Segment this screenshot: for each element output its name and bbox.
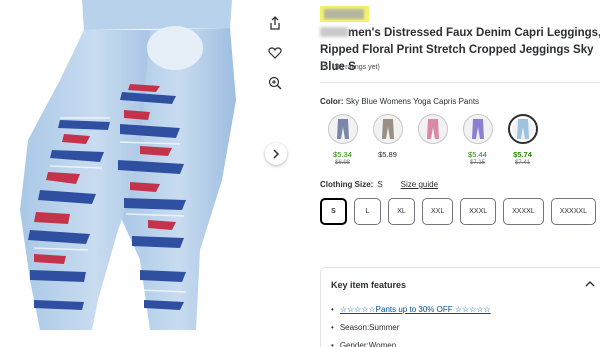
size-option-xl[interactable]: XL	[388, 198, 415, 225]
color-swatch[interactable]: $5.74 $7.41	[500, 114, 545, 166]
brand-link-redacted[interactable]	[320, 6, 369, 22]
swatch-price: $5.74	[513, 150, 532, 159]
size-option-s[interactable]: S	[320, 198, 347, 225]
color-swatch[interactable]: $5.34 $6.98	[320, 114, 365, 166]
image-actions	[262, 10, 288, 100]
key-item-features[interactable]: Key item features ☆☆☆☆☆Pants up to 30% O…	[320, 267, 600, 347]
color-swatches: $5.34 $6.98 $5.89 $5.44 $7.15 $5.74 $7.41	[320, 114, 545, 166]
swatch-thumbnail	[372, 114, 403, 144]
swatch-thumbnail	[462, 114, 493, 144]
size-options: S L XL XXL XXXL XXXXL XXXXXL	[320, 198, 596, 225]
feature-text: Season:Summer	[339, 323, 400, 332]
color-selection-label: Color: Sky Blue Womens Yoga Capris Pants	[320, 97, 479, 106]
feature-item: Season:Summer	[331, 323, 599, 332]
color-selected-value: Sky Blue Womens Yoga Capris Pants	[345, 97, 480, 106]
size-guide-link[interactable]: Size guide	[401, 180, 438, 189]
swatch-price: $5.89	[378, 150, 397, 159]
color-label: Color:	[320, 97, 344, 106]
swatch-thumbnail	[327, 114, 358, 144]
features-heading: Key item features	[331, 280, 407, 290]
color-swatch[interactable]: $5.44 $7.15	[455, 114, 500, 166]
feature-link[interactable]: ☆☆☆☆☆Pants up to 30% OFF ☆☆☆☆☆	[340, 305, 491, 314]
swatch-price: $5.44	[468, 150, 487, 159]
size-selection-label: Clothing Size: S Size guide	[320, 180, 438, 189]
size-option-xxl[interactable]: XXL	[422, 198, 454, 225]
product-image[interactable]	[0, 0, 262, 347]
size-selected-value: S	[377, 180, 383, 189]
swatch-thumbnail	[507, 114, 538, 144]
swatch-was-price: $7.41	[514, 160, 530, 166]
redacted-text	[320, 27, 348, 37]
swatch-price: $5.34	[333, 150, 352, 159]
heart-icon[interactable]	[262, 40, 288, 66]
feature-item[interactable]: ☆☆☆☆☆Pants up to 30% OFF ☆☆☆☆☆	[331, 305, 599, 314]
divider	[320, 82, 600, 83]
size-option-xxxxl[interactable]: XXXXL	[503, 198, 544, 225]
zoom-in-icon[interactable]	[262, 70, 288, 96]
share-icon[interactable]	[262, 10, 288, 36]
size-option-xxxl[interactable]: XXXL	[460, 198, 497, 225]
rating-text: (No ratings yet)	[331, 64, 380, 71]
size-option-xxxxxl[interactable]: XXXXXL	[550, 198, 596, 225]
swatch-was-price: $6.98	[334, 160, 350, 166]
chevron-right-icon	[273, 149, 280, 159]
feature-item: Gender:Women	[331, 341, 599, 347]
size-label: Clothing Size:	[320, 180, 374, 189]
next-image-button[interactable]	[265, 143, 287, 165]
swatch-was-price: $7.15	[469, 160, 485, 166]
feature-text: Gender:Women	[339, 341, 397, 347]
leggings-illustration	[20, 0, 236, 330]
color-swatch[interactable]: $5.89	[365, 114, 410, 166]
features-list: ☆☆☆☆☆Pants up to 30% OFF ☆☆☆☆☆ Season:Sum…	[331, 305, 599, 347]
rating[interactable]: ☆ (No ratings yet)	[320, 62, 380, 73]
color-swatch[interactable]	[410, 114, 455, 166]
chevron-up-icon[interactable]	[585, 280, 595, 290]
size-option-l[interactable]: L	[354, 198, 381, 225]
product-info: men's Distressed Faux Denim Capri Leggin…	[320, 0, 600, 347]
swatch-thumbnail	[417, 114, 448, 144]
star-icon: ☆	[320, 62, 329, 73]
